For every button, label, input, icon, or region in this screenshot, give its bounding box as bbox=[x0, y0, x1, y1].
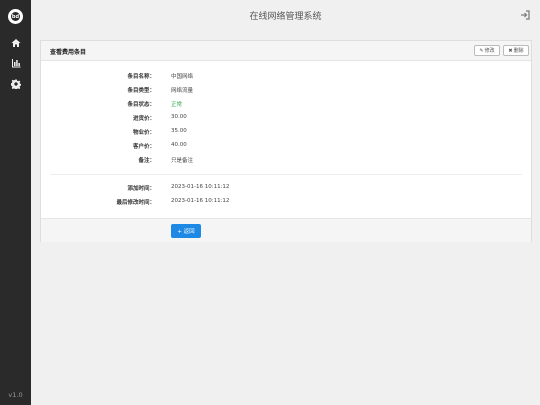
delete-button[interactable]: ✖ 删除 bbox=[503, 45, 529, 56]
delete-button-label: 删除 bbox=[513, 48, 524, 54]
sidebar-item-stats[interactable] bbox=[9, 57, 22, 69]
field-label: 物业价： bbox=[132, 130, 155, 136]
field-label: 条目名称： bbox=[127, 74, 155, 80]
sidebar-item-home[interactable] bbox=[9, 37, 22, 49]
logout-icon bbox=[521, 10, 530, 20]
time-value: 2023-01-16 10:11:12 bbox=[171, 184, 230, 190]
sidebar: bd v1.0 bbox=[0, 0, 31, 405]
time-row: 最后修改时间： 2023-01-16 10:11:12 bbox=[41, 198, 531, 208]
field-label: 条目类型： bbox=[127, 88, 155, 94]
status-value: 正常 bbox=[171, 102, 183, 108]
edit-button[interactable]: ✎ 修改 bbox=[474, 45, 500, 56]
field-label: 客户价： bbox=[132, 144, 155, 150]
pencil-icon: ✎ bbox=[479, 47, 484, 54]
card-footer: + 返回 bbox=[41, 218, 531, 242]
home-icon bbox=[11, 39, 20, 47]
field-value: 只是备注 bbox=[171, 158, 194, 164]
edit-button-label: 修改 bbox=[484, 48, 495, 54]
field-label: 条目状态： bbox=[127, 102, 155, 108]
field-value: 35.00 bbox=[171, 128, 187, 134]
bar-chart-icon bbox=[11, 59, 20, 68]
app-title: 在线网络管理系统 bbox=[249, 12, 322, 22]
app-logo[interactable]: bd bbox=[8, 9, 23, 24]
field-value: 40.00 bbox=[171, 142, 187, 148]
time-value: 2023-01-16 10:11:12 bbox=[171, 198, 230, 204]
top-bar: 在线网络管理系统 bbox=[31, 0, 540, 31]
sidebar-item-settings[interactable] bbox=[9, 78, 22, 90]
field-row: 条目名称： 中国网络 bbox=[41, 72, 531, 82]
field-row: 进货价： 30.00 bbox=[41, 114, 531, 124]
divider bbox=[50, 174, 522, 175]
field-row: 物业价： 35.00 bbox=[41, 128, 531, 138]
detail-card: 查看费用条目 ✎ 修改 ✖ 删除 条目名称： 中国网络 条目类型： 网络流量 条… bbox=[40, 40, 532, 242]
logo-mark: bd bbox=[11, 12, 20, 21]
field-row: 条目状态： 正常 bbox=[41, 100, 531, 110]
field-label: 进货价： bbox=[132, 116, 155, 122]
field-row: 条目类型： 网络流量 bbox=[41, 86, 531, 96]
field-row: 备注： 只是备注 bbox=[41, 156, 531, 166]
field-row: 客户价： 40.00 bbox=[41, 142, 531, 152]
card-header: 查看费用条目 ✎ 修改 ✖ 删除 bbox=[41, 41, 531, 61]
field-value: 网络流量 bbox=[171, 88, 194, 94]
logout-button[interactable] bbox=[520, 10, 530, 20]
field-value: 中国网络 bbox=[171, 74, 194, 80]
time-label: 最后修改时间： bbox=[116, 200, 155, 206]
time-row: 添加时间： 2023-01-16 10:11:12 bbox=[41, 184, 531, 194]
app-version: v1.0 bbox=[8, 391, 23, 399]
close-icon: ✖ bbox=[508, 47, 513, 54]
gear-icon bbox=[10, 79, 21, 89]
field-value: 30.00 bbox=[171, 114, 187, 120]
back-button[interactable]: + 返回 bbox=[171, 224, 201, 238]
field-label: 备注： bbox=[138, 158, 155, 164]
time-label: 添加时间： bbox=[127, 186, 155, 192]
card-title: 查看费用条目 bbox=[50, 49, 87, 56]
